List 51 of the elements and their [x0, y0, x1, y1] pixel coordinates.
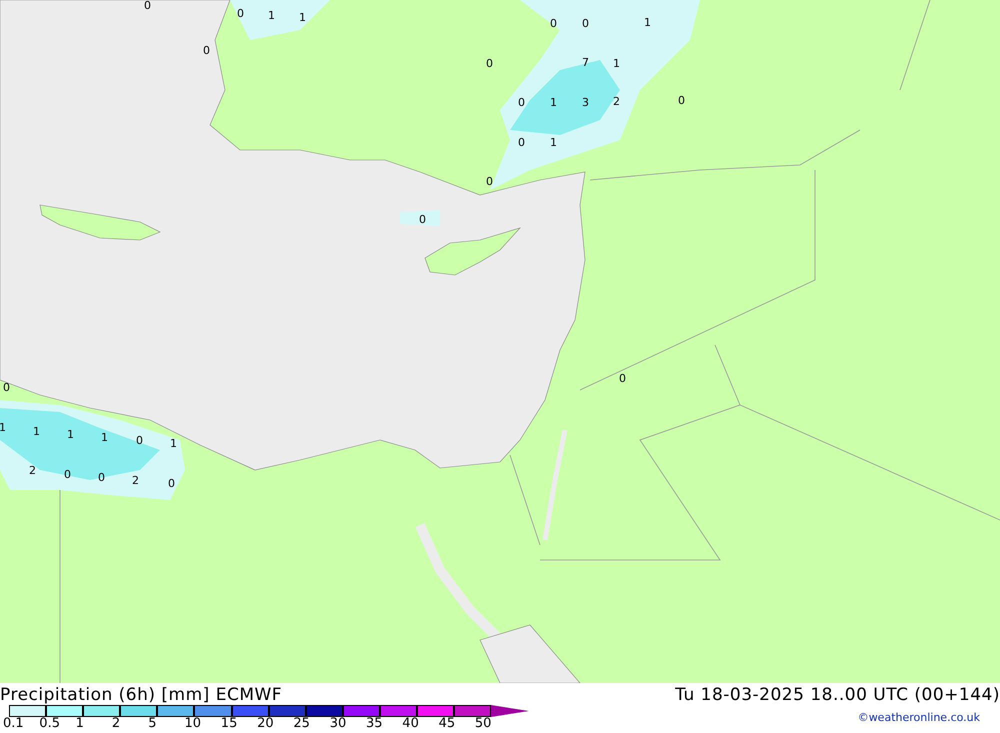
- precipitation-value: 1: [299, 12, 306, 23]
- map-title: Precipitation (6h) [mm] ECMWF: [0, 685, 282, 705]
- precipitation-value: 0: [237, 8, 244, 19]
- legend-label: 5: [148, 717, 156, 731]
- legend-arrow-icon: [491, 705, 529, 717]
- precipitation-value: 0: [203, 45, 210, 56]
- precipitation-value: 1: [613, 58, 620, 69]
- precipitation-value: 1: [101, 432, 108, 443]
- legend-label: 20: [257, 717, 274, 731]
- legend-label: 0.5: [39, 717, 60, 731]
- legend-label: 25: [293, 717, 310, 731]
- legend-label: 50: [474, 717, 492, 731]
- precipitation-value: 0: [582, 18, 589, 29]
- legend-label: 2: [112, 717, 120, 731]
- precipitation-value: 0: [168, 478, 175, 489]
- precipitation-value: 1: [550, 97, 557, 108]
- precipitation-value: 1: [0, 422, 6, 433]
- legend-label: 15: [220, 717, 238, 731]
- precipitation-value: 0: [678, 95, 685, 106]
- legend-label: 35: [366, 717, 383, 731]
- precipitation-value: 0: [518, 137, 525, 148]
- precipitation-value: 2: [613, 96, 620, 107]
- credit-link[interactable]: ©weatheronline.co.uk: [858, 711, 980, 724]
- precipitation-value: 0: [3, 382, 10, 393]
- precipitation-value: 0: [518, 97, 525, 108]
- precipitation-value: 0: [419, 214, 426, 225]
- legend-label: 30: [330, 717, 346, 731]
- precipitation-value: 0: [486, 176, 493, 187]
- precipitation-value: 2: [29, 465, 36, 476]
- precipitation-value: 0: [98, 472, 105, 483]
- precipitation-value: 1: [170, 438, 177, 449]
- precipitation-value: 1: [550, 137, 557, 148]
- precipitation-value: 0: [144, 0, 151, 11]
- precipitation-value: 0: [136, 435, 143, 446]
- precipitation-value: 0: [550, 18, 557, 29]
- precipitation-value: 0: [64, 469, 71, 480]
- precipitation-value: 1: [268, 10, 275, 21]
- precipitation-value: 2: [132, 475, 139, 486]
- legend-label: 10: [184, 717, 202, 731]
- legend-label: 1: [76, 717, 84, 731]
- legend-label: 40: [402, 717, 419, 731]
- precipitation-value: 0: [486, 58, 493, 69]
- precipitation-value: 7: [582, 57, 589, 68]
- precipitation-value: 1: [644, 17, 651, 28]
- precipitation-value: 3: [582, 97, 589, 108]
- legend-label: 45: [438, 717, 456, 731]
- legend-label: 0.1: [3, 717, 24, 731]
- precipitation-value: 0: [619, 373, 626, 384]
- forecast-datetime: Tu 18-03-2025 18..00 UTC (00+144): [675, 685, 1000, 705]
- precipitation-value: 1: [33, 426, 40, 437]
- precipitation-value: 1: [67, 429, 74, 440]
